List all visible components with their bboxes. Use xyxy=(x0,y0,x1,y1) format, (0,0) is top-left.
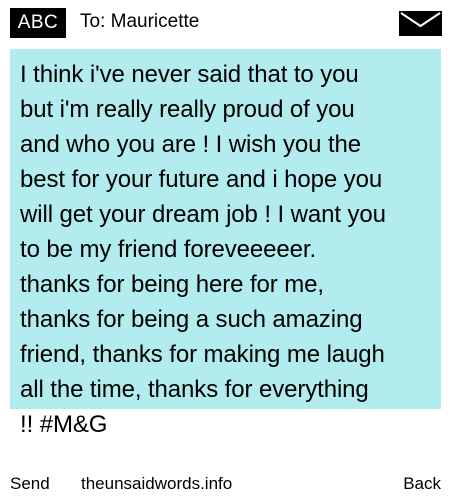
send-button[interactable]: Send xyxy=(10,470,50,498)
back-button[interactable]: Back xyxy=(403,470,441,498)
input-mode-indicator: ABC xyxy=(10,8,66,38)
softkey-bar: Send theunsaidwords.info Back xyxy=(0,470,450,498)
message-header: ABC To: Mauricette xyxy=(0,0,450,46)
envelope-icon xyxy=(399,11,442,36)
recipient-label: To: Mauricette xyxy=(80,11,200,32)
message-body: I think i've never said that to you but … xyxy=(20,61,386,438)
site-label: theunsaidwords.info xyxy=(81,474,233,493)
